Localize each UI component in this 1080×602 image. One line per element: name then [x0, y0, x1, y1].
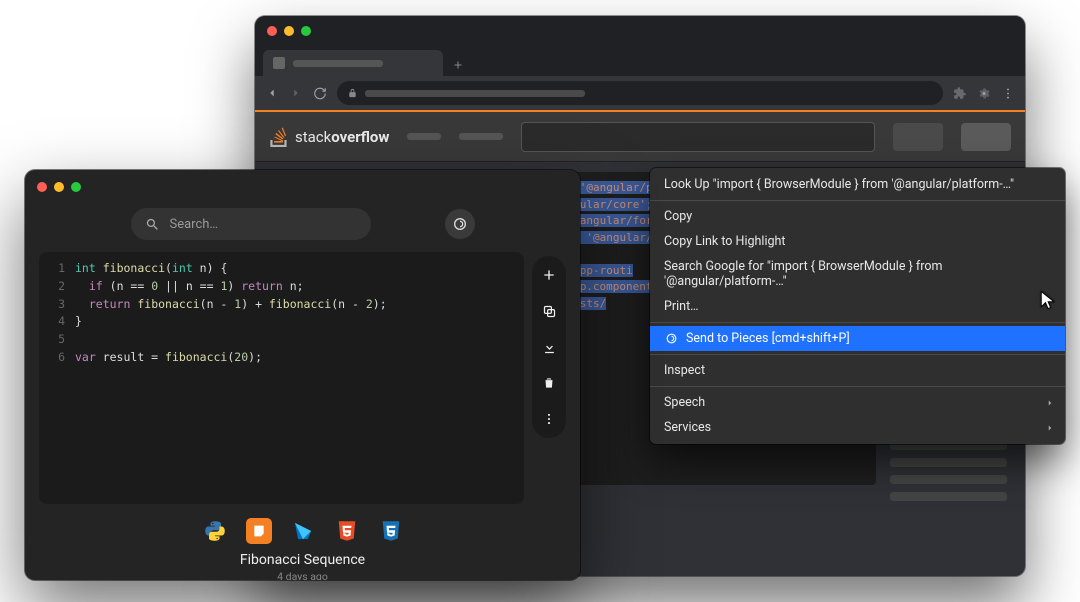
css-icon[interactable] — [378, 518, 404, 544]
pieces-logo-button[interactable] — [445, 209, 475, 239]
browser-tabstrip — [255, 46, 1025, 76]
tab-title-skeleton — [293, 60, 383, 67]
add-button[interactable] — [540, 266, 558, 284]
chevron-right-icon — [1045, 398, 1055, 408]
stackoverflow-search[interactable] — [521, 122, 875, 152]
search-placeholder: Search… — [170, 217, 219, 232]
stackoverflow-header: stackoverflow — [255, 112, 1025, 162]
window-minimize-button[interactable] — [54, 182, 64, 192]
context-menu-print[interactable]: Print… — [650, 294, 1065, 319]
nav-back-button[interactable] — [265, 86, 279, 100]
header-button[interactable] — [893, 123, 943, 151]
context-menu-lookup[interactable]: Look Up "import { BrowserModule } from '… — [650, 172, 1065, 197]
dart-icon[interactable] — [290, 518, 316, 544]
mouse-cursor-icon — [1038, 290, 1058, 310]
lock-icon — [347, 88, 357, 98]
pieces-window: Search… 1int fibonacci(int n) { 2 if (n … — [25, 170, 580, 580]
logo-text-light: stack — [295, 128, 331, 146]
settings-icon[interactable] — [977, 86, 991, 100]
nav-reload-button[interactable] — [313, 86, 327, 100]
browser-tab[interactable] — [263, 50, 443, 76]
pieces-toolbar — [532, 256, 566, 438]
context-menu-copy[interactable]: Copy — [650, 204, 1065, 229]
nav-skeleton — [407, 133, 441, 140]
note-icon[interactable] — [246, 518, 272, 544]
header-button-primary[interactable] — [961, 123, 1011, 151]
chevron-right-icon — [1045, 423, 1055, 433]
python-icon[interactable] — [202, 518, 228, 544]
snippet-timestamp: 4 days ago — [25, 570, 580, 580]
pieces-titlebar — [25, 170, 580, 204]
logo-text-bold: overflow — [331, 128, 389, 146]
snippet-title: Fibonacci Sequence — [25, 552, 580, 568]
extensions-icon[interactable] — [953, 86, 967, 100]
browser-toolbar — [255, 76, 1025, 110]
context-menu-services[interactable]: Services — [650, 415, 1065, 440]
window-zoom-button[interactable] — [301, 26, 311, 36]
window-minimize-button[interactable] — [284, 26, 294, 36]
delete-button[interactable] — [540, 374, 558, 392]
context-menu-speech[interactable]: Speech — [650, 390, 1065, 415]
context-menu-search-google[interactable]: Search Google for "import { BrowserModul… — [650, 254, 1065, 294]
url-text-skeleton — [365, 90, 585, 97]
window-close-button[interactable] — [37, 182, 47, 192]
tab-favicon — [273, 57, 285, 69]
pieces-topbar: Search… — [25, 204, 580, 252]
search-input[interactable]: Search… — [131, 208, 371, 240]
window-titlebar — [255, 16, 1025, 46]
context-menu: Look Up "import { BrowserModule } from '… — [650, 168, 1065, 444]
nav-skeleton — [459, 133, 503, 140]
window-zoom-button[interactable] — [71, 182, 81, 192]
html-icon[interactable] — [334, 518, 360, 544]
stackoverflow-logo[interactable]: stackoverflow — [269, 127, 389, 147]
context-menu-inspect[interactable]: Inspect — [650, 358, 1065, 383]
nav-forward-button[interactable] — [289, 86, 303, 100]
copy-button[interactable] — [540, 302, 558, 320]
more-button[interactable] — [540, 410, 558, 428]
pieces-icon — [664, 332, 678, 346]
new-tab-button[interactable] — [447, 54, 469, 76]
pieces-code-view[interactable]: 1int fibonacci(int n) { 2 if (n == 0 || … — [39, 252, 524, 504]
search-icon — [145, 217, 160, 232]
window-close-button[interactable] — [267, 26, 277, 36]
menu-icon[interactable] — [1001, 86, 1015, 100]
pieces-footer: Fibonacci Sequence 4 days ago — [25, 512, 580, 580]
context-menu-send-to-pieces[interactable]: Send to Pieces [cmd+shift+P] — [650, 326, 1065, 351]
url-bar[interactable] — [337, 81, 943, 105]
context-menu-copy-link[interactable]: Copy Link to Highlight — [650, 229, 1065, 254]
download-button[interactable] — [540, 338, 558, 356]
